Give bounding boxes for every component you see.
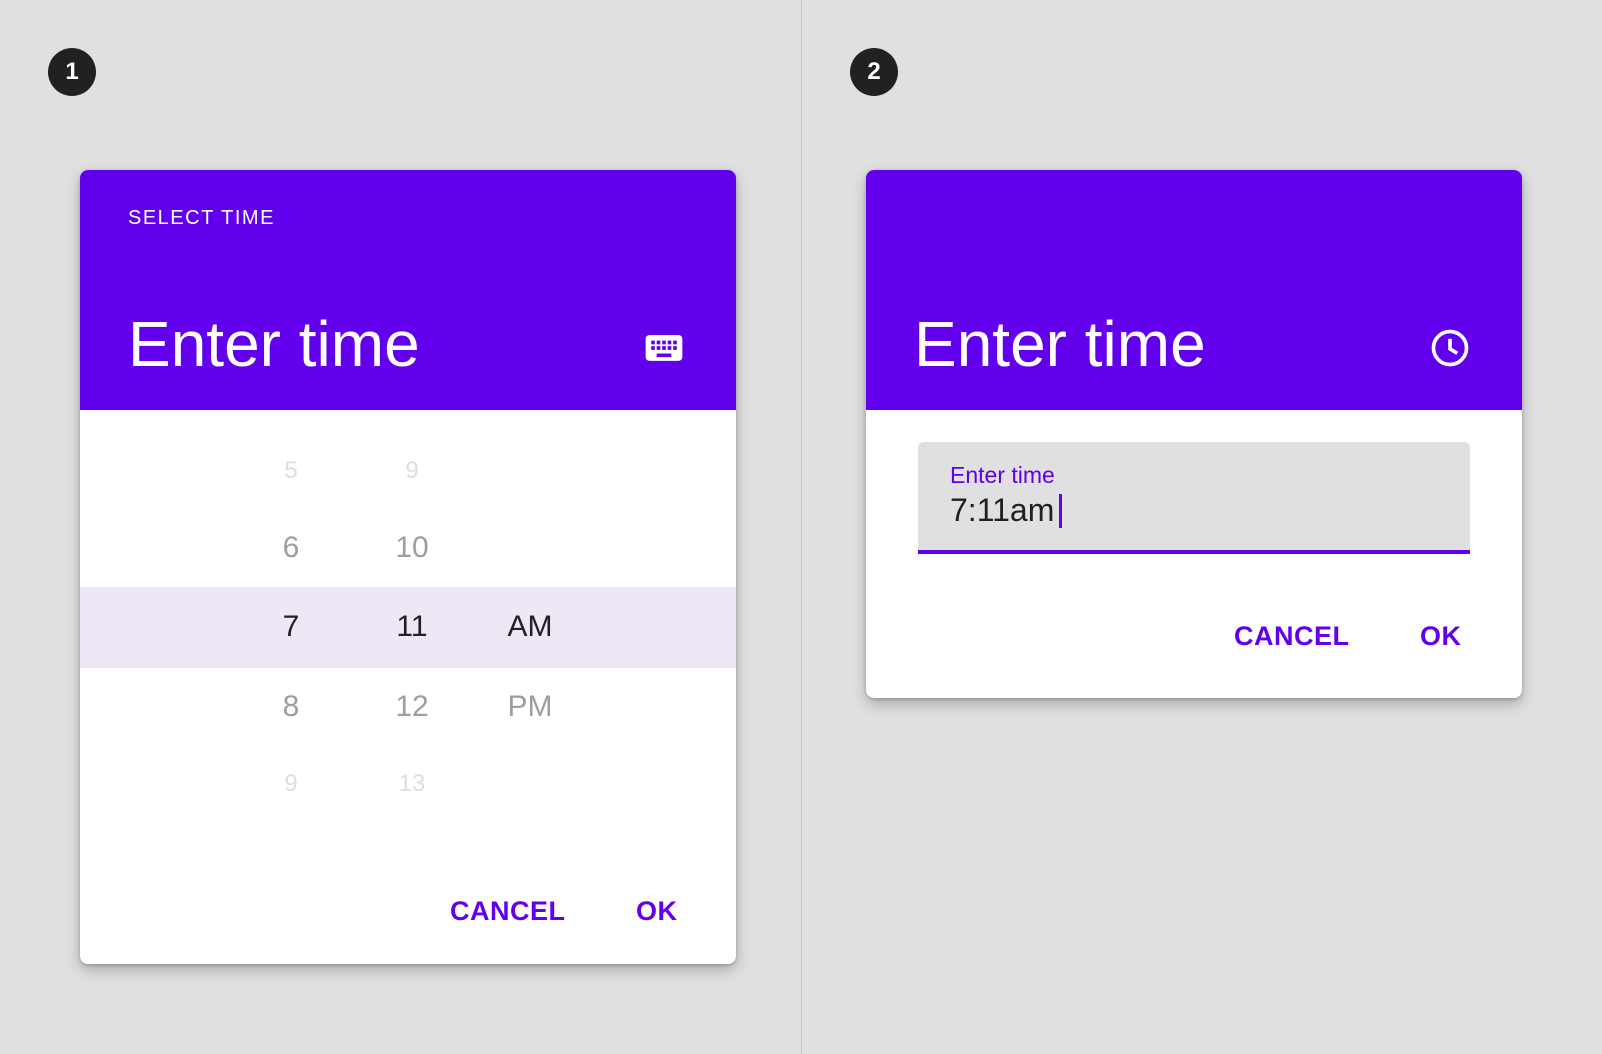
hour-option-selected[interactable]: 7 <box>251 607 331 647</box>
step-badge-1: 1 <box>48 48 96 96</box>
minute-option[interactable]: 9 <box>372 451 452 491</box>
ok-button[interactable]: OK <box>636 896 678 927</box>
time-input[interactable] <box>950 492 1430 529</box>
time-input-field[interactable]: Enter time <box>918 442 1470 554</box>
time-picker-dialog-wheel: SELECT TIME Enter time 5 6 7 8 9 9 10 11… <box>80 170 736 964</box>
panel-divider <box>801 0 802 1054</box>
dialog-title: Enter time <box>914 308 1206 380</box>
minute-option[interactable]: 12 <box>372 687 452 727</box>
keyboard-icon[interactable] <box>642 326 686 370</box>
hour-option[interactable]: 6 <box>251 528 331 568</box>
period-option[interactable]: PM <box>490 687 570 727</box>
cancel-button[interactable]: CANCEL <box>450 896 566 927</box>
hour-option[interactable]: 9 <box>251 764 331 804</box>
hour-option[interactable]: 5 <box>251 451 331 491</box>
cancel-button[interactable]: CANCEL <box>1234 621 1350 652</box>
minute-option-selected[interactable]: 11 <box>372 607 452 647</box>
hour-option[interactable]: 8 <box>251 687 331 727</box>
dialog-header: SELECT TIME Enter time <box>80 170 736 410</box>
time-picker-dialog-input: Enter time Enter time CANCEL OK <box>866 170 1522 698</box>
ok-button[interactable]: OK <box>1420 621 1462 652</box>
time-input-label: Enter time <box>950 462 1055 488</box>
clock-icon[interactable] <box>1428 326 1472 370</box>
step-badge-2: 2 <box>850 48 898 96</box>
dialog-overline: SELECT TIME <box>128 207 275 229</box>
text-cursor <box>1059 494 1062 528</box>
period-option-selected[interactable]: AM <box>490 607 570 647</box>
minute-option[interactable]: 10 <box>372 528 452 568</box>
dialog-title: Enter time <box>128 308 420 380</box>
minute-option[interactable]: 13 <box>372 764 452 804</box>
dialog-header: Enter time <box>866 170 1522 410</box>
